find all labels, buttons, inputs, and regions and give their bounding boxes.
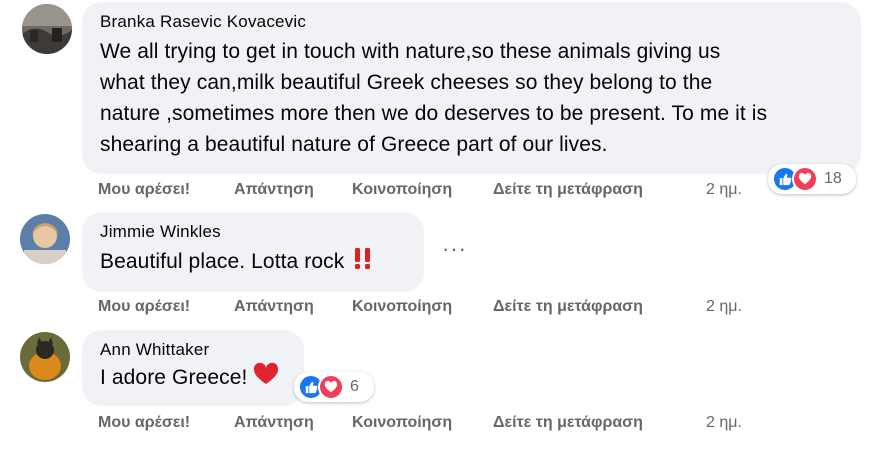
comment-text-content: Beautiful place. Lotta rock [100,250,345,274]
comment-text-line: We all trying to get in touch with natur… [100,40,721,63]
like-link[interactable]: Μου αρέσει! [98,414,234,432]
love-icon [792,166,818,192]
more-options-icon[interactable]: ··· [442,236,467,262]
comment-bubble: Branka Rasevic Kovacevic We all trying t… [82,2,861,174]
comment-text: We all trying to get in touch with natur… [100,36,845,160]
translate-link[interactable]: Δείτε τη μετάφραση [493,414,706,432]
reaction-summary[interactable]: 18 [768,164,856,194]
comment-text: I adore Greece! [100,362,288,395]
share-link[interactable]: Κοινοποίηση [352,181,493,199]
comment-author[interactable]: Ann Whittaker [100,340,288,360]
timestamp[interactable]: 2 ημ. [706,414,742,432]
avatar[interactable] [20,214,70,264]
reply-link[interactable]: Απάντηση [234,414,352,432]
reply-link[interactable]: Απάντηση [234,181,352,199]
avatar-photo-icon [20,214,70,264]
share-link[interactable]: Κοινοποίηση [352,414,493,432]
avatar[interactable] [22,4,72,54]
love-icon [318,374,344,400]
avatar-photo-icon [20,332,70,382]
comment-text-line: what they can,milk beautiful Greek chees… [100,71,713,94]
share-link[interactable]: Κοινοποίηση [352,298,493,316]
translate-link[interactable]: Δείτε τη μετάφραση [493,298,706,316]
reaction-summary[interactable]: 6 [294,372,374,402]
timestamp[interactable]: 2 ημ. [706,181,742,199]
red-heart-icon [253,362,279,395]
reply-link[interactable]: Απάντηση [234,298,352,316]
reaction-count: 18 [824,170,842,187]
avatar[interactable] [20,332,70,382]
comment-text-content: I adore Greece! [100,366,248,390]
translate-link[interactable]: Δείτε τη μετάφραση [493,181,706,199]
avatar-photo-icon [22,4,72,54]
comment-actions: Μου αρέσει! Απάντηση Κοινοποίηση Δείτε τ… [98,298,742,316]
comment-text-line: nature ,sometimes more then we do deserv… [100,102,768,125]
comment-author[interactable]: Branka Rasevic Kovacevic [100,12,845,32]
like-link[interactable]: Μου αρέσει! [98,181,234,199]
like-link[interactable]: Μου αρέσει! [98,298,234,316]
comment-bubble: Jimmie Winkles Beautiful place. Lotta ro… [82,212,424,292]
double-exclamation-icon [352,246,374,279]
comment-author[interactable]: Jimmie Winkles [100,222,408,242]
timestamp[interactable]: 2 ημ. [706,298,742,316]
comment-actions: Μου αρέσει! Απάντηση Κοινοποίηση Δείτε τ… [98,181,742,199]
reaction-count: 6 [350,378,359,395]
comment-text-line: shearing a beautiful nature of Greece pa… [100,133,608,156]
comment-actions: Μου αρέσει! Απάντηση Κοινοποίηση Δείτε τ… [98,414,742,432]
comment-bubble: Ann Whittaker I adore Greece! [82,330,304,406]
comment-text: Beautiful place. Lotta rock [100,246,408,279]
